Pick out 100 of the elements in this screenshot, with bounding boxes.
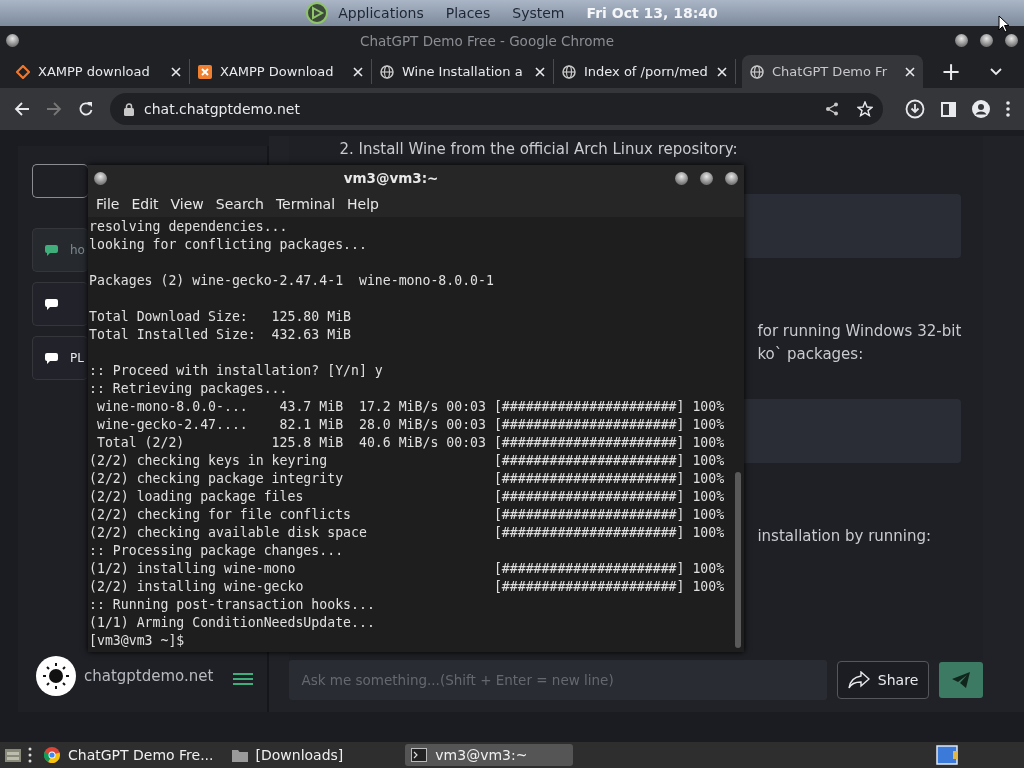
answer-text: 2. Install Wine from the official Arch Linux repository: xyxy=(339,140,739,158)
chat-item[interactable] xyxy=(32,282,88,326)
browser-tab[interactable]: Wine Installation a xyxy=(372,59,554,84)
window-menu-icon[interactable] xyxy=(94,171,107,185)
share-icon[interactable] xyxy=(825,102,839,116)
chat-item[interactable]: PL xyxy=(32,336,88,380)
browser-tab[interactable]: XAMPP download xyxy=(8,59,190,84)
minimize-icon[interactable] xyxy=(675,171,688,185)
maximize-icon[interactable] xyxy=(700,171,713,185)
reload-icon[interactable] xyxy=(78,101,94,117)
file-cabinet-icon[interactable] xyxy=(4,746,22,764)
chat-item[interactable]: ho xyxy=(32,228,88,272)
maximize-icon[interactable] xyxy=(980,34,993,47)
profile-icon[interactable] xyxy=(972,100,990,118)
folder-icon xyxy=(231,748,248,762)
terminal-line: :: Proceed with installation? [Y/n] y xyxy=(88,362,384,380)
chevron-down-icon[interactable] xyxy=(990,67,1002,76)
new-tab-button[interactable]: + xyxy=(937,55,966,88)
terminal-line: :: Processing package changes... xyxy=(88,542,345,560)
diamond-icon xyxy=(16,64,30,79)
terminal-line: (2/2) checking package integrity [######################] 100% xyxy=(88,470,726,488)
menu-icon[interactable] xyxy=(1006,101,1010,117)
terminal-line: wine-mono-8.0.0-... 43.7 MiB 17.2 MiB/s 00:03 [######################] 100% xyxy=(95,398,726,416)
address-bar[interactable]: chat.chatgptdemo.net xyxy=(110,93,883,125)
chat-title: PL xyxy=(70,351,84,365)
browser-tab[interactable]: Index of /porn/med xyxy=(554,59,736,84)
paper-plane-icon xyxy=(952,672,971,688)
menu-item[interactable]: Terminal xyxy=(269,196,342,212)
scrollbar[interactable] xyxy=(735,472,741,648)
site-name: chatgptdemo.net xyxy=(84,667,214,685)
chat-title: ho xyxy=(70,243,85,257)
swirl-logo-icon[interactable] xyxy=(306,2,329,24)
taskbar-item[interactable]: ChatGPT Demo Fre... xyxy=(38,744,220,766)
answer-text: ko` packages: xyxy=(757,345,865,363)
close-icon[interactable] xyxy=(1005,34,1018,47)
star-icon[interactable] xyxy=(857,101,873,117)
forward-icon[interactable] xyxy=(46,101,62,117)
terminal-line: (2/2) checking keys in keyring [######################] 100% xyxy=(88,452,726,470)
terminal-line: (2/2) loading package files [######################] 100% xyxy=(88,488,726,506)
menu-icon[interactable] xyxy=(233,672,254,686)
close-icon[interactable] xyxy=(725,171,738,185)
terminal-line: wine-gecko-2.47.... 82.1 MiB 28.0 MiB/s 00:03 [######################] 100% xyxy=(95,416,726,434)
close-icon[interactable] xyxy=(171,66,181,77)
tab-title: Index of /porn/med xyxy=(584,64,709,79)
share-button[interactable]: Share xyxy=(836,661,930,699)
send-button[interactable] xyxy=(939,662,984,698)
terminal-line: :: Retrieving packages... xyxy=(88,380,289,398)
workspace-icon[interactable] xyxy=(936,745,958,765)
taskbar-item[interactable]: vm3@vm3:~ xyxy=(405,744,574,766)
terminal-icon xyxy=(411,748,428,762)
menu-item[interactable]: View xyxy=(164,196,210,212)
download-icon[interactable] xyxy=(905,99,925,119)
chat-bubble-icon xyxy=(45,244,58,256)
terminal-line: (1/1) Arming ConditionNeedsUpdate... xyxy=(88,614,376,632)
sun-logo-icon xyxy=(36,656,76,696)
terminal-line: :: Running post-transaction hooks... xyxy=(88,596,376,614)
terminal-line: (2/2) checking available disk space [######################] 100% xyxy=(88,524,726,542)
globe-icon xyxy=(562,64,576,79)
side-panel-icon[interactable] xyxy=(941,101,956,117)
tab-title: Wine Installation a xyxy=(402,64,524,79)
share-arrow-icon xyxy=(847,671,870,689)
close-icon[interactable] xyxy=(535,66,545,77)
tab-title: XAMPP download xyxy=(38,64,151,79)
chat-bubble-icon xyxy=(45,298,58,310)
tab-title: ChatGPT Demo Fr xyxy=(772,64,888,79)
globe-icon xyxy=(380,64,394,79)
panel-menu[interactable]: Places xyxy=(445,5,491,21)
answer-text: installation by running: xyxy=(757,527,933,545)
terminal-line: Total Download Size: 125.80 MiB xyxy=(88,308,352,326)
menu-item[interactable]: File xyxy=(90,196,126,212)
panel-menu[interactable]: System xyxy=(512,5,565,21)
minimize-icon[interactable] xyxy=(955,34,968,47)
taskbar-item[interactable]: [Downloads] xyxy=(225,744,350,766)
terminal-line: (2/2) checking for file conflicts [######################] 100% xyxy=(88,506,726,524)
window-menu-icon[interactable] xyxy=(6,34,19,47)
answer-text: for running Windows 32-bit xyxy=(757,322,962,340)
menu-item[interactable]: Edit xyxy=(125,196,165,212)
window-title: ChatGPT Demo Free - Google Chrome xyxy=(358,32,615,49)
grip-icon xyxy=(28,747,32,763)
back-icon[interactable] xyxy=(14,101,30,117)
terminal-line: Total Installed Size: 432.63 MiB xyxy=(88,326,352,344)
terminal-line: Packages (2) wine-gecko-2.47.4-1 wine-mono-8.0.0-1 xyxy=(88,272,495,290)
browser-tab[interactable]: ChatGPT Demo Fr xyxy=(742,55,923,88)
chrome-icon xyxy=(44,747,60,763)
terminal-line: Total (2/2) 125.8 MiB 40.6 MiB/s 00:03 [######################] 100% xyxy=(95,434,726,452)
menu-item[interactable]: Search xyxy=(209,196,270,212)
globe-icon xyxy=(750,64,764,79)
terminal-line: (1/2) installing wine-mono [######################] 100% xyxy=(88,560,726,578)
browser-tab[interactable]: XAMPP Download xyxy=(190,59,372,84)
lock-icon xyxy=(124,102,134,116)
panel-menu[interactable]: Applications xyxy=(338,5,424,21)
chat-bubble-icon xyxy=(45,352,58,364)
terminal-line: looking for conflicting packages... xyxy=(88,236,368,254)
close-icon[interactable] xyxy=(905,66,915,77)
close-icon[interactable] xyxy=(353,66,363,77)
window-title: vm3@vm3:~ xyxy=(342,170,440,186)
menu-item[interactable]: Help xyxy=(341,196,385,212)
close-icon[interactable] xyxy=(717,66,727,77)
terminal-line: resolving dependencies... xyxy=(88,218,289,236)
tab-title: XAMPP Download xyxy=(220,64,335,79)
